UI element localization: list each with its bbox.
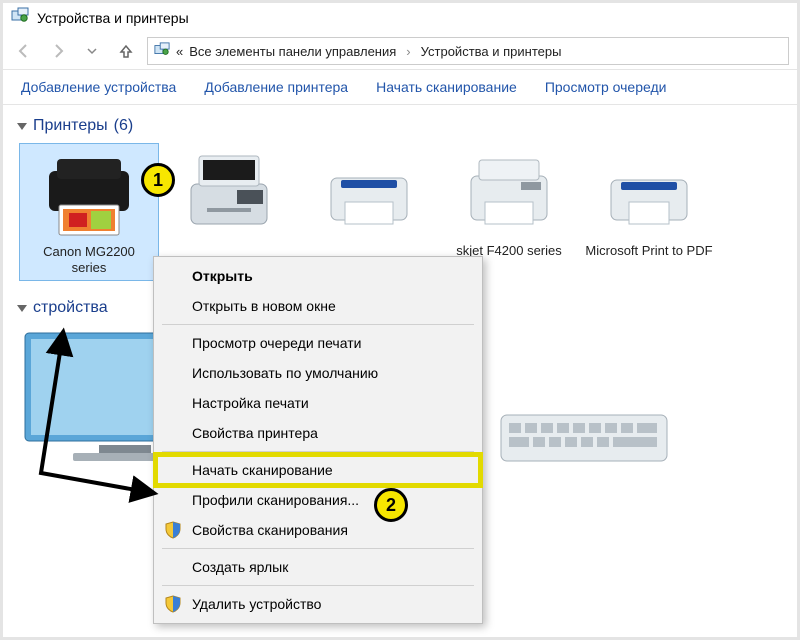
- ctx-scan-profiles[interactable]: Профили сканирования...: [156, 485, 480, 515]
- printer-icon: [319, 149, 419, 241]
- up-button[interactable]: [113, 38, 139, 64]
- group-label: Принтеры: [33, 117, 108, 135]
- ctx-remove-device[interactable]: Удалить устройство: [156, 589, 480, 619]
- ctx-separator: [162, 324, 474, 325]
- ctx-printer-props[interactable]: Свойства принтера: [156, 418, 480, 448]
- ctx-create-shortcut[interactable]: Создать ярлык: [156, 552, 480, 582]
- printer-icon: [39, 150, 139, 242]
- ctx-separator: [162, 451, 474, 452]
- fax-printer-icon: [179, 149, 279, 241]
- annotation-badge-2: 2: [374, 488, 408, 522]
- ctx-scan-props-label: Свойства сканирования: [192, 522, 348, 538]
- breadcrumb-bar[interactable]: « Все элементы панели управления › Устро…: [147, 37, 789, 65]
- toolbar-view-queue[interactable]: Просмотр очереди: [531, 73, 681, 101]
- shield-icon: [164, 595, 182, 616]
- toolbar-add-printer[interactable]: Добавление принтера: [190, 73, 362, 101]
- ctx-scan-props[interactable]: Свойства сканирования: [156, 515, 480, 545]
- annotation-badge-1: 1: [141, 163, 175, 197]
- device-label: Microsoft Print to PDF: [585, 243, 712, 275]
- ctx-use-default[interactable]: Использовать по умолчанию: [156, 358, 480, 388]
- device-item-ms-pdf[interactable]: Microsoft Print to PDF: [579, 143, 719, 281]
- breadcrumb-item[interactable]: Устройства и принтеры: [421, 44, 562, 59]
- ctx-remove-device-label: Удалить устройство: [192, 596, 321, 612]
- device-item-keyboard[interactable]: [499, 407, 669, 472]
- back-button[interactable]: [11, 38, 37, 64]
- forward-button[interactable]: [45, 38, 71, 64]
- printer-icon: [599, 149, 699, 241]
- navigation-row: « Все элементы панели управления › Устро…: [3, 33, 797, 69]
- ctx-print-setup[interactable]: Настройка печати: [156, 388, 480, 418]
- ctx-start-scan[interactable]: Начать сканирование: [156, 455, 480, 485]
- chevron-down-icon: [17, 123, 27, 130]
- ctx-separator: [162, 548, 474, 549]
- ctx-open[interactable]: Открыть: [156, 261, 480, 291]
- window-title: Устройства и принтеры: [37, 10, 189, 26]
- ctx-view-print-queue[interactable]: Просмотр очереди печати: [156, 328, 480, 358]
- recent-dropdown[interactable]: [79, 38, 105, 64]
- window-titlebar: Устройства и принтеры: [3, 3, 797, 33]
- control-panel-icon: [11, 7, 29, 30]
- printer-icon: [459, 149, 559, 241]
- device-label: Canon MG2200 series: [24, 244, 154, 276]
- group-label: стройства: [33, 299, 108, 317]
- chevron-down-icon: [17, 305, 27, 312]
- breadcrumb-separator: ›: [402, 44, 414, 59]
- toolbar-add-device[interactable]: Добавление устройства: [7, 73, 190, 101]
- shield-icon: [164, 521, 182, 542]
- toolbar: Добавление устройства Добавление принтер…: [3, 69, 797, 105]
- group-header-printers[interactable]: Принтеры (6): [11, 113, 797, 139]
- toolbar-start-scan[interactable]: Начать сканирование: [362, 73, 531, 101]
- breadcrumb-item[interactable]: Все элементы панели управления: [189, 44, 396, 59]
- keyboard-icon: [499, 407, 669, 467]
- breadcrumb-prefix: «: [176, 44, 183, 59]
- ctx-separator: [162, 585, 474, 586]
- device-item-canon[interactable]: Canon MG2200 series: [19, 143, 159, 281]
- annotation-arrow: [23, 323, 163, 523]
- context-menu: Открыть Открыть в новом окне Просмотр оч…: [153, 256, 483, 624]
- group-count: (6): [114, 117, 134, 135]
- ctx-open-new-window[interactable]: Открыть в новом окне: [156, 291, 480, 321]
- control-panel-icon: [154, 42, 170, 61]
